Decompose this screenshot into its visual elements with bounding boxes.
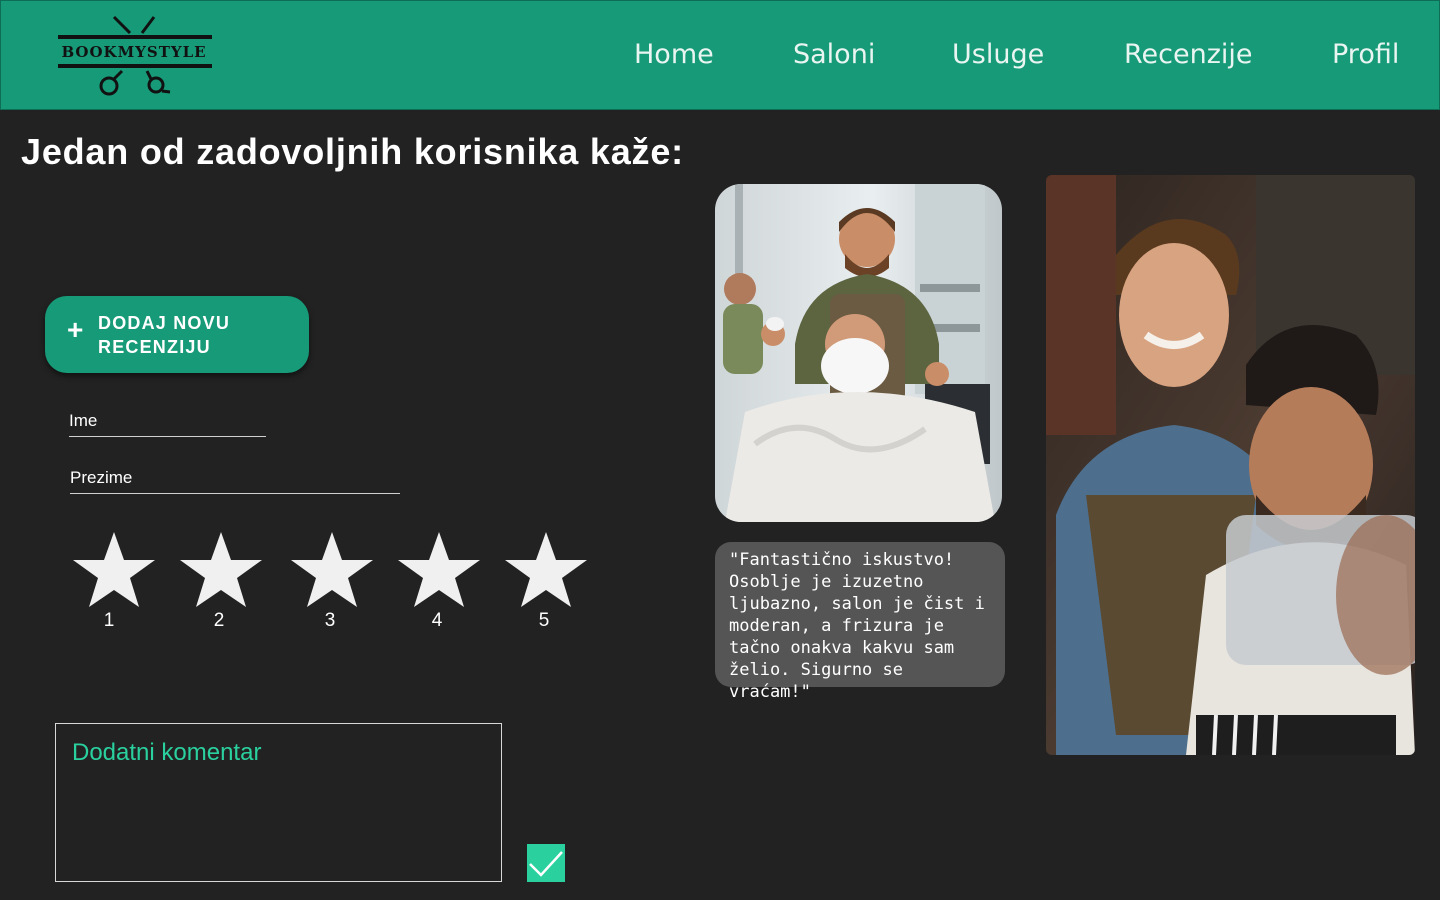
star-2[interactable] [178,530,264,610]
star-icon [180,532,262,607]
star-3[interactable] [289,530,375,610]
star-icon [398,532,480,607]
star-label-2: 2 [213,610,225,631]
submit-button[interactable] [527,844,565,882]
nav-saloni[interactable]: Saloni [793,39,875,70]
star-1[interactable] [71,530,157,610]
brand-name: BOOKMYSTYLE [61,43,207,61]
checkmark-icon [529,851,563,877]
testimonial-quote: "Fantastično iskustvo! Osoblje je izuzet… [715,542,1005,702]
first-name-input[interactable] [69,405,266,436]
star-label-3: 3 [324,610,336,631]
barbershop-photo [715,184,1002,522]
comment-textarea[interactable] [56,724,501,881]
nav-home[interactable]: Home [634,39,714,70]
star-icon [73,532,155,607]
add-review-label: DODAJ NOVU RECENZIJU [98,313,231,357]
top-navbar: BOOKMYSTYLE Home Saloni Usluge Recenzije… [0,0,1440,110]
nav-profil[interactable]: Profil [1332,39,1399,70]
star-icon [291,532,373,607]
star-label-5: 5 [538,610,550,631]
star-icon [505,532,587,607]
last-name-field [70,462,400,494]
stylists-selfie-photo [1046,175,1415,755]
star-4[interactable] [396,530,482,610]
last-name-input[interactable] [70,462,400,493]
nav-usluge[interactable]: Usluge [952,39,1044,70]
star-label-1: 1 [103,610,115,631]
comment-box [55,723,502,882]
brand-logo[interactable]: BOOKMYSTYLE [56,15,216,99]
add-review-button[interactable]: + DODAJ NOVU RECENZIJU [45,296,309,373]
star-label-4: 4 [431,610,443,631]
first-name-field [69,405,266,437]
plus-icon: + [67,314,84,345]
page-title: Jedan od zadovoljnih korisnika kaže: [21,131,684,172]
nav-recenzije[interactable]: Recenzije [1124,39,1253,70]
star-5[interactable] [503,530,589,610]
